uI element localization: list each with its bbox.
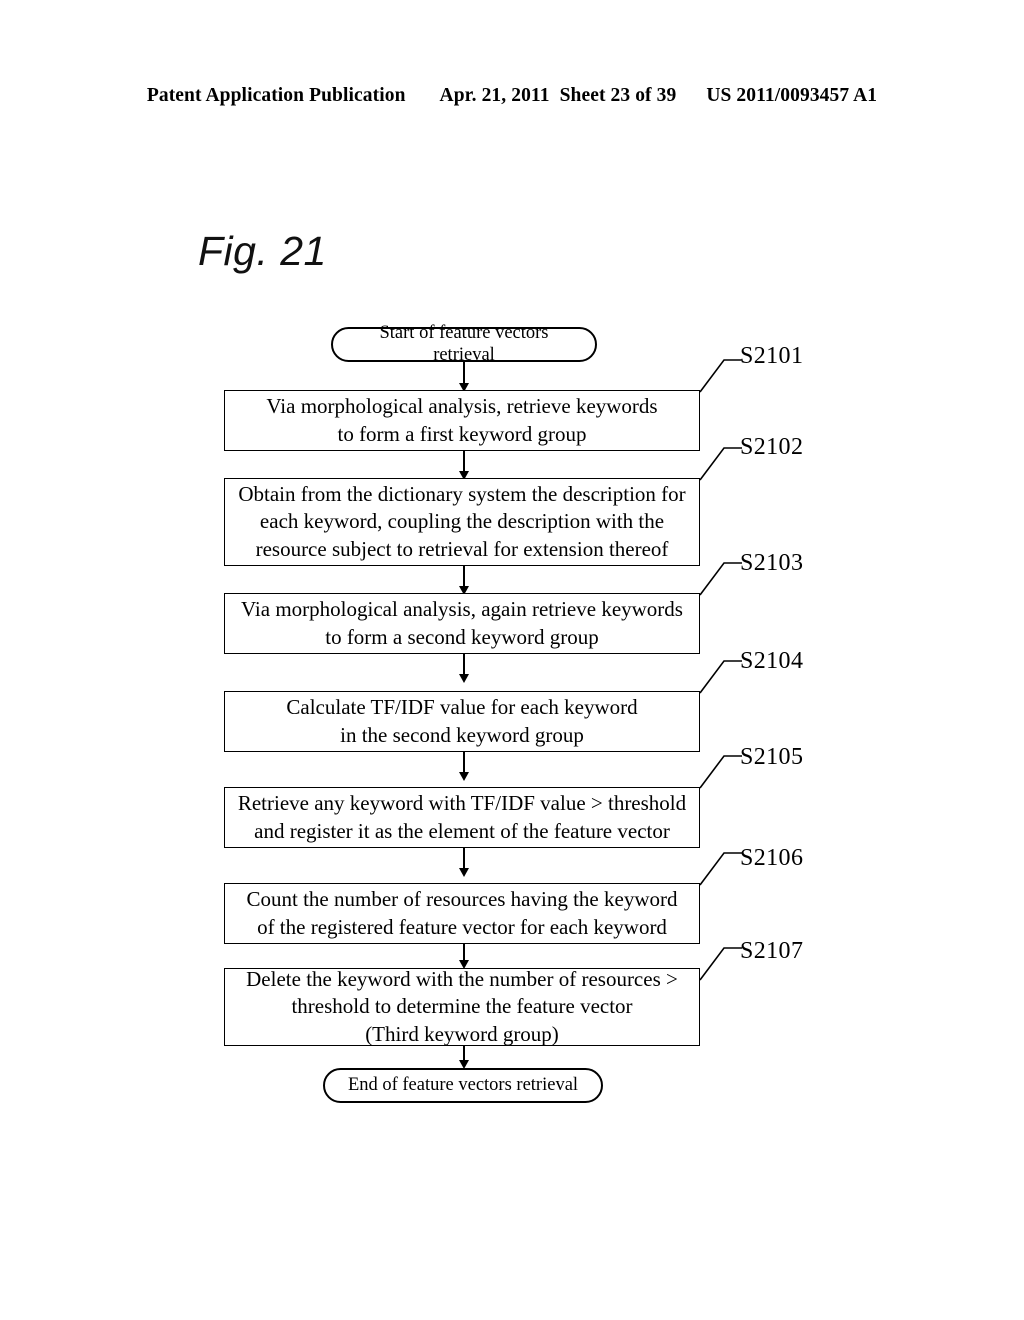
- flow-node-s2102-line-3: resource subject to retrieval for extens…: [255, 536, 669, 561]
- flowchart-diagram: Start of feature vectors retrieval Via m…: [0, 0, 1024, 1320]
- flow-node-s2101: Via morphological analysis, retrieve key…: [224, 390, 700, 451]
- flow-node-s2106-line-1: Count the number of resources having the…: [246, 887, 678, 912]
- step-label-s2103: S2103: [740, 550, 804, 576]
- leader-line-s2101: [698, 352, 746, 394]
- flow-node-s2106-line-2: of the registered feature vector for eac…: [257, 914, 667, 939]
- step-label-s2101: S2101: [740, 343, 804, 369]
- leader-line-s2104: [698, 653, 746, 695]
- connector-s2103-to-s2104: [463, 654, 465, 676]
- connector-s2101-to-s2102: [463, 451, 465, 473]
- flow-node-s2102: Obtain from the dictionary system the de…: [224, 478, 700, 566]
- flow-node-s2105-line-2: and register it as the element of the fe…: [254, 818, 670, 843]
- flow-node-s2101-line-1: Via morphological analysis, retrieve key…: [266, 394, 658, 419]
- arrowhead-s2103-to-s2104: [458, 674, 469, 683]
- flow-node-s2107-line-3: (Third keyword group): [365, 1021, 559, 1046]
- flow-node-s2106: Count the number of resources having the…: [224, 883, 700, 944]
- flow-node-end-label: End of feature vectors retrieval: [347, 1074, 579, 1095]
- flow-node-start: Start of feature vectors retrieval: [331, 323, 597, 365]
- connector-s2105-to-s2106: [463, 848, 465, 870]
- flow-node-s2102-line-1: Obtain from the dictionary system the de…: [238, 482, 686, 507]
- flow-node-s2107-line-2: threshold to determine the feature vecto…: [291, 994, 633, 1019]
- connector-start-to-s2101: [463, 362, 465, 385]
- leader-line-s2107: [698, 940, 746, 982]
- flow-node-s2103-line-1: Via morphological analysis, again retrie…: [241, 597, 683, 622]
- arrowhead-s2105-to-s2106: [458, 868, 469, 877]
- step-label-s2106: S2106: [740, 845, 804, 871]
- flow-node-s2104: Calculate TF/IDF value for each keyword …: [224, 691, 700, 752]
- flow-node-s2105-line-1: Retrieve any keyword with TF/IDF value >…: [237, 791, 687, 816]
- leader-line-s2102: [698, 440, 746, 482]
- step-label-s2102: S2102: [740, 434, 804, 460]
- step-label-s2107: S2107: [740, 938, 804, 964]
- leader-line-s2106: [698, 845, 746, 887]
- flow-node-s2107: Delete the keyword with the number of re…: [224, 967, 700, 1046]
- connector-s2102-to-s2103: [463, 566, 465, 588]
- leader-line-s2105: [698, 748, 746, 790]
- flow-node-s2103: Via morphological analysis, again retrie…: [224, 593, 700, 654]
- step-label-s2104: S2104: [740, 648, 804, 674]
- step-label-s2105: S2105: [740, 744, 804, 770]
- flow-node-start-label: Start of feature vectors retrieval: [379, 323, 549, 365]
- flow-node-s2104-line-1: Calculate TF/IDF value for each keyword: [286, 695, 638, 720]
- leader-line-s2103: [698, 555, 746, 597]
- flow-node-s2105: Retrieve any keyword with TF/IDF value >…: [224, 787, 700, 848]
- flow-node-s2104-line-2: in the second keyword group: [340, 722, 584, 747]
- connector-s2104-to-s2105: [463, 752, 465, 774]
- flow-node-s2101-line-2: to form a first keyword group: [337, 421, 587, 446]
- flow-node-s2107-line-1: Delete the keyword with the number of re…: [246, 967, 678, 992]
- flow-node-s2102-line-2: each keyword, coupling the description w…: [259, 509, 665, 534]
- arrowhead-s2104-to-s2105: [458, 772, 469, 781]
- flow-node-s2103-line-2: to form a second keyword group: [325, 624, 599, 649]
- flow-node-end: End of feature vectors retrieval: [323, 1068, 603, 1103]
